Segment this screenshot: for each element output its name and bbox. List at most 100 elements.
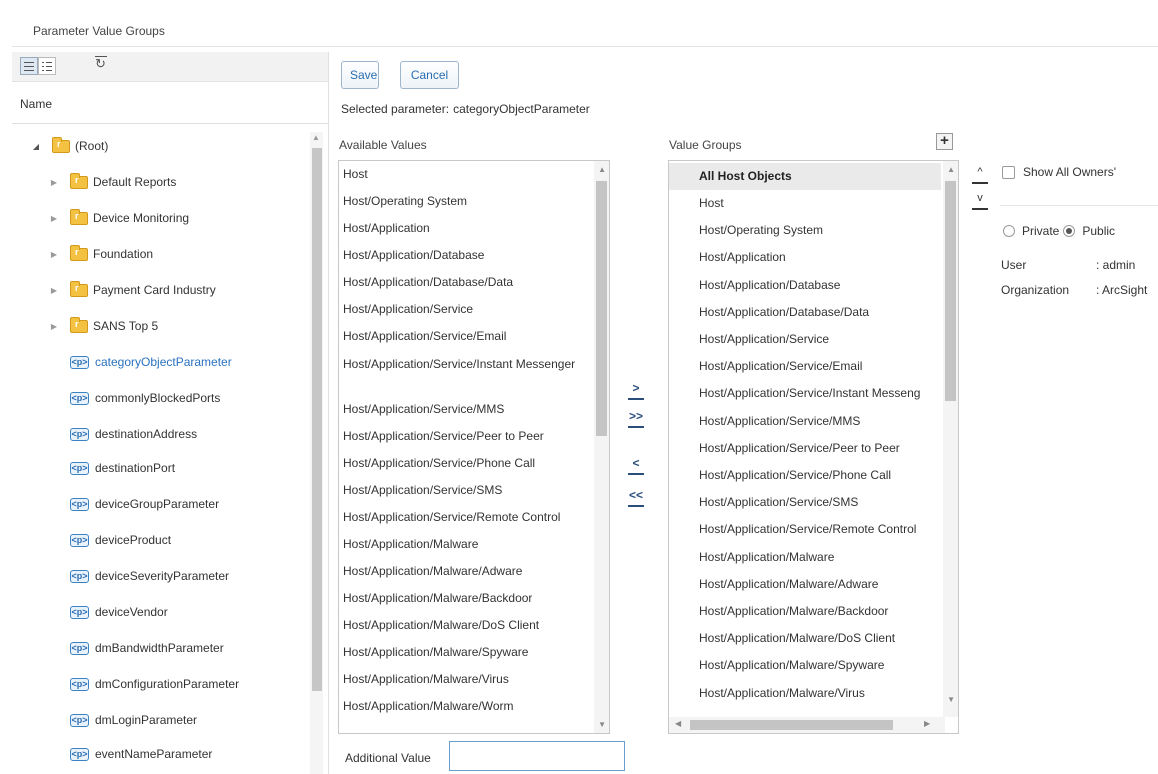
tree-parameter-item[interactable]: <p> commonlyBlockedPorts (48, 387, 220, 409)
remove-selected-button[interactable]: < (628, 455, 644, 475)
tree-parameter-item[interactable]: <p> dmLoginParameter (48, 709, 197, 731)
private-radio[interactable] (1003, 225, 1015, 237)
group-value-item[interactable]: Host/Application/Service/SMS (699, 495, 943, 522)
available-value-item[interactable]: Host/Application/Service/Instant Messeng… (343, 356, 589, 383)
group-value-item[interactable]: Host/Application/Service (699, 332, 943, 359)
group-value-item[interactable]: Host/Application/Service/Phone Call (699, 468, 943, 495)
expand-arrow-icon[interactable]: ▶ (48, 214, 60, 223)
tree-parameter-item[interactable]: <p> deviceGroupParameter (48, 493, 219, 515)
add-icon[interactable]: + (936, 133, 953, 150)
available-value-item[interactable]: Host (343, 167, 368, 194)
tree-parameter-item[interactable]: <p> deviceProduct (48, 529, 171, 551)
tree-scroll-up-arrow[interactable]: ▲ (312, 133, 320, 142)
group-value-item[interactable]: Host/Application/Database/Data (699, 305, 943, 332)
list-view-icon[interactable] (20, 57, 38, 75)
available-value-item[interactable]: Host/Application/Service/SMS (343, 483, 502, 510)
tree-folder-item[interactable]: ▶ Default Reports (48, 171, 176, 193)
add-selected-button[interactable]: > (628, 380, 644, 400)
tree-parameter-item[interactable]: <p> deviceSeverityParameter (48, 565, 229, 587)
group-value-item[interactable]: Host/Application/Database (699, 278, 943, 305)
tree-parameter-item[interactable]: <p> categoryObjectParameter (48, 351, 232, 373)
groups-scrollbar-thumb[interactable] (945, 181, 956, 401)
available-value-item[interactable]: Host/Application/Malware/Worm (343, 699, 514, 726)
value-groups-list[interactable]: All Host Objects Host Host/Operating Syst… (668, 160, 959, 734)
groups-scroll-up-arrow[interactable]: ▲ (947, 165, 955, 174)
available-scroll-up-arrow[interactable]: ▲ (598, 165, 606, 174)
refresh-icon[interactable]: ↻ (92, 56, 110, 75)
show-all-owners-toggle[interactable]: Show All Owners' (1002, 165, 1116, 179)
available-value-item[interactable]: Host/Application/Malware (343, 537, 478, 564)
group-value-item[interactable]: Host/Application/Malware/Spyware (699, 658, 943, 685)
groups-scroll-down-arrow[interactable]: ▼ (947, 695, 955, 704)
available-value-item[interactable]: Host/Application/Database (343, 248, 484, 275)
available-value-item[interactable]: Host/Application/Malware/Adware (343, 564, 522, 591)
move-up-icon[interactable]: ^ (972, 164, 988, 184)
groups-scroll-left-arrow[interactable]: ◀ (675, 719, 681, 728)
additional-value-input[interactable] (449, 741, 625, 771)
tree-folder-item[interactable]: ◢ (Root) (30, 135, 108, 157)
tree-parameter-item[interactable]: <p> destinationAddress (48, 423, 197, 445)
available-value-item[interactable]: Host/Application/Database/Data (343, 275, 513, 302)
available-value-item[interactable]: Host/Application/Service/Phone Call (343, 456, 535, 483)
available-scrollbar-thumb[interactable] (596, 181, 607, 436)
group-value-item[interactable]: Host/Application (699, 250, 943, 277)
group-value-item[interactable]: Host/Application/Malware/Backdoor (699, 604, 943, 631)
expand-arrow-icon[interactable]: ▶ (48, 250, 60, 259)
groups-horizontal-scrollbar[interactable]: ◀ ▶ (669, 717, 945, 733)
group-value-item[interactable]: Host/Application/Service/Peer to Peer (699, 441, 943, 468)
tree-folder-item[interactable]: ▶ SANS Top 5 (48, 315, 158, 337)
available-value-item[interactable]: Host/Application/Service/Remote Control (343, 510, 560, 537)
cancel-button[interactable]: Cancel (400, 61, 459, 89)
group-value-item[interactable]: Host/Application/Service/Email (699, 359, 943, 386)
expand-arrow-icon[interactable]: ▶ (48, 286, 60, 295)
show-all-owners-checkbox[interactable] (1002, 165, 1015, 179)
group-value-item[interactable]: Host/Application/Service/Remote Control (699, 522, 943, 549)
available-value-item[interactable]: Host/Application/Service/MMS (343, 402, 504, 429)
tree-parameter-item[interactable]: <p> dmConfigurationParameter (48, 673, 239, 695)
group-value-item[interactable]: Host/Application/Malware (699, 550, 943, 577)
tree-parameter-item[interactable]: <p> dmBandwidthParameter (48, 637, 224, 659)
save-button[interactable]: Save (341, 61, 379, 89)
value-group-name[interactable]: All Host Objects (699, 169, 943, 196)
available-values-label: Available Values (339, 138, 427, 152)
group-value-item[interactable]: Host/Application/Service/Instant Messeng (699, 386, 943, 413)
group-value-item[interactable]: Host/Application/Malware/DoS Client (699, 631, 943, 658)
add-all-button[interactable]: >> (628, 408, 644, 428)
public-radio[interactable] (1063, 225, 1076, 237)
group-value-item[interactable]: Host/Application/Malware/Adware (699, 577, 943, 604)
group-value-item[interactable]: Host/Application/Malware/Virus (699, 686, 943, 713)
available-value-item[interactable]: Host/Application/Malware/Backdoor (343, 591, 532, 618)
groups-scroll-right-arrow[interactable]: ▶ (924, 719, 930, 728)
tree-folder-item[interactable]: ▶ Device Monitoring (48, 207, 189, 229)
available-values-list[interactable]: Host Host/Operating System Host/Applicatio… (338, 160, 610, 734)
collapse-arrow-icon[interactable]: ◢ (30, 142, 42, 151)
parameter-icon: <p> (70, 677, 89, 691)
expand-arrow-icon[interactable]: ▶ (48, 178, 60, 187)
expand-arrow-icon[interactable]: ▶ (48, 322, 60, 331)
available-value-item[interactable]: Host/Application/Service/Peer to Peer (343, 429, 544, 456)
available-value-item[interactable]: Host/Application/Malware/DoS Client (343, 618, 539, 645)
name-column-header[interactable]: Name (20, 97, 52, 111)
available-scroll-down-arrow[interactable]: ▼ (598, 720, 606, 729)
group-value-item[interactable]: Host/Application/Service/MMS (699, 414, 943, 441)
tree-parameter-item[interactable]: <p> deviceVendor (48, 601, 168, 623)
tree-parameter-item[interactable]: <p> eventNameParameter (48, 743, 212, 765)
tree-folder-item[interactable]: ▶ Payment Card Industry (48, 279, 216, 301)
tree-item-label: Foundation (93, 247, 154, 261)
tree-parameter-item[interactable]: <p> destinationPort (48, 457, 175, 479)
available-value-item[interactable]: Host/Operating System (343, 194, 467, 221)
group-value-item[interactable]: Host (699, 196, 943, 223)
tree-folder-item[interactable]: ▶ Foundation (48, 243, 153, 265)
available-value-item[interactable]: Host/Application/Service (343, 302, 473, 329)
groups-horizontal-thumb[interactable] (690, 720, 893, 730)
tree-scrollbar-thumb[interactable] (312, 148, 322, 691)
move-down-icon[interactable]: v (972, 190, 988, 210)
tree-item-label: SANS Top 5 (93, 319, 159, 333)
available-value-item[interactable]: Host/Application/Malware/Virus (343, 672, 509, 699)
available-value-item[interactable]: Host/Application/Service/Email (343, 329, 506, 356)
available-value-item[interactable]: Host/Application (343, 221, 430, 248)
detail-view-icon[interactable] (38, 57, 56, 75)
available-value-item[interactable]: Host/Application/Malware/Spyware (343, 645, 528, 672)
group-value-item[interactable]: Host/Operating System (699, 223, 943, 250)
remove-all-button[interactable]: << (628, 487, 644, 507)
